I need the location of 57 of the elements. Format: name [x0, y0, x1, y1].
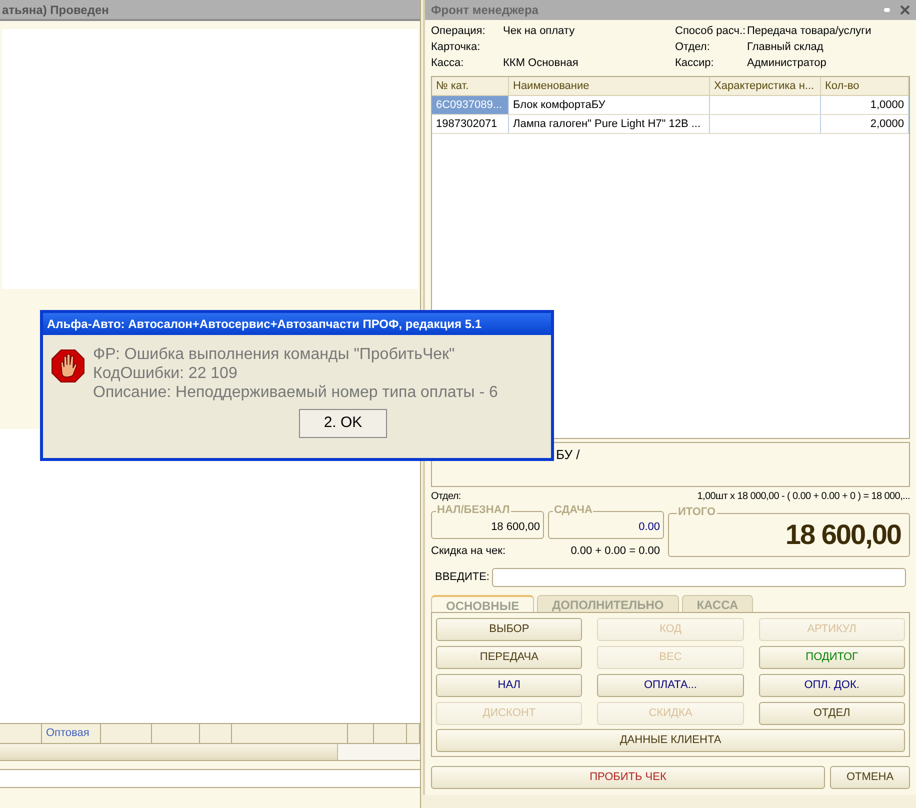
table-cell: Лампа галоген" Pure Light H7" 12В ...: [509, 115, 710, 133]
field-label: Кассир:: [675, 56, 715, 71]
action-button[interactable]: ОПЛ. ДОК.: [758, 674, 905, 696]
field-value: Главный склад: [747, 40, 824, 55]
calc-line: 1,00шт x 18 000,00 - ( 0.00 + 0.00 + 0 ) = 18 000,...: [697, 490, 910, 504]
discount-value: 0.00 + 0.00 = 0.00: [570, 544, 660, 559]
input-field[interactable]: [0, 770, 420, 788]
column-header[interactable]: № кат.: [432, 77, 509, 95]
box-value: 18 600,00: [491, 520, 540, 534]
field-label: Операция:: [431, 24, 486, 39]
error-message-line: Описание: Неподдерживаемый номер типа оплаты - 6: [93, 383, 498, 402]
action-button[interactable]: ВЫБОР: [436, 618, 582, 640]
scrollbar-thumb[interactable]: [0, 744, 338, 760]
field-value: Чек на оплату: [503, 24, 575, 39]
error-message-line: КодОшибки: 22 109: [93, 364, 238, 383]
table-cell: 1987302071: [432, 115, 509, 133]
print-receipt-button[interactable]: ПРОБИТЬ ЧЕК: [431, 766, 825, 788]
action-button[interactable]: ОТДЕЛ: [758, 702, 905, 724]
box-value: 0.00: [638, 520, 660, 534]
action-button[interactable]: ОПЛАТА...: [597, 674, 744, 696]
dialog-title: Альфа-Авто: Автосалон+Автосервис+Автозапчасти ПРОФ, редакция 5.1: [47, 316, 482, 333]
field-label: Отдел:: [675, 40, 711, 55]
action-button[interactable]: ПОДИТОГ: [758, 646, 905, 668]
field-value: ККМ Основная: [503, 56, 578, 71]
error-message-line: ФР: Ошибка выполнения команды "ПробитьЧек": [93, 345, 456, 364]
table-cell: 1,0000: [821, 96, 909, 114]
table-cell: 6C0937089...: [432, 96, 509, 114]
table-cell: Оптовая: [42, 724, 101, 743]
field-label: Отдел:: [431, 490, 461, 504]
ok-button[interactable]: 2. OK: [299, 409, 387, 438]
column-header[interactable]: Наименование: [509, 77, 710, 95]
box-label: СДАЧА: [553, 504, 594, 516]
close-icon[interactable]: [900, 5, 910, 15]
field-label: Карточка:: [431, 40, 482, 55]
action-button[interactable]: ПЕРЕДАЧА: [436, 646, 582, 668]
window-title: Фронт менеджера: [431, 2, 540, 19]
field-label: Способ расч.:: [675, 24, 747, 39]
table-cell: 2,0000: [821, 115, 909, 133]
action-button[interactable]: НАЛ: [436, 674, 582, 696]
window-title: атьяна) Проведен: [2, 2, 109, 18]
box-label: НАЛ/БЕЗНАЛ: [436, 504, 511, 516]
client-data-button[interactable]: ДАННЫЕ КЛИЕНТА: [436, 728, 905, 752]
table-cell: Блок комфортаБУ: [509, 96, 710, 114]
field-value: Администратор: [747, 56, 826, 71]
cancel-button[interactable]: ОТМЕНА: [830, 766, 910, 788]
total-value: 18 600,00: [785, 518, 901, 552]
field-label: Скидка на чек:: [431, 544, 506, 559]
box-label: ИТОГО: [677, 506, 717, 518]
input-label: ВВЕДИТЕ:: [435, 570, 490, 585]
column-header[interactable]: Характеристика н...: [710, 77, 821, 95]
field-label: Касса:: [431, 56, 465, 71]
info-text: БУ /: [556, 447, 580, 462]
stop-hand-icon: [51, 349, 85, 383]
input-field[interactable]: [492, 568, 906, 586]
column-header[interactable]: Кол-во: [821, 77, 909, 95]
pin-icon[interactable]: [884, 8, 890, 12]
field-value: Передача товара/услуги: [747, 24, 872, 39]
